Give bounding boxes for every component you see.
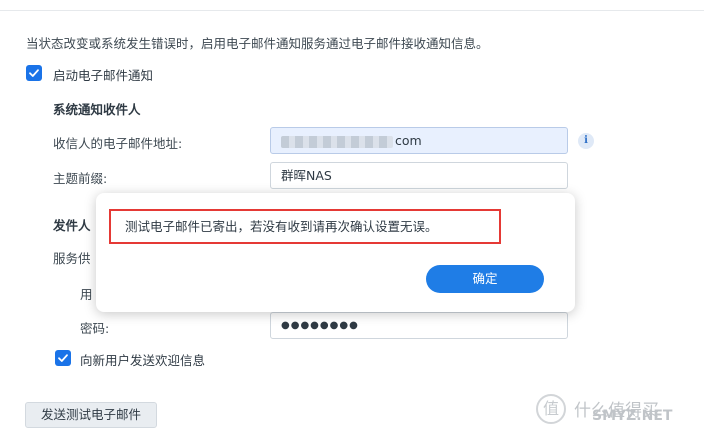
check-icon (58, 354, 68, 362)
service-provider-label: 服务供 (53, 251, 91, 266)
email-domain-suffix: com (395, 133, 422, 148)
redacted-email (281, 135, 393, 148)
recipient-section-title: 系统通知收件人 (53, 102, 141, 117)
username-label: 用 (80, 287, 93, 302)
welcome-message-checkbox[interactable] (55, 350, 71, 366)
watermark-domain: SMYZ.NET (592, 408, 673, 424)
check-icon (29, 69, 39, 77)
watermark-logo: 值 (536, 394, 566, 424)
sender-section-title: 发件人 (53, 218, 91, 233)
password-label: 密码: (80, 321, 110, 336)
test-email-dialog: 测试电子邮件已寄出，若没有收到请再次确认设置无误。 确定 (96, 193, 575, 312)
email-address-label: 收信人的电子邮件地址: (53, 136, 183, 151)
welcome-message-label: 向新用户发送欢迎信息 (80, 353, 206, 368)
ok-button[interactable]: 确定 (426, 265, 544, 293)
subject-prefix-label: 主题前缀: (53, 171, 108, 186)
notification-description: 当状态改变或系统发生错误时，启用电子邮件通知服务通过电子邮件接收通知信息。 (26, 36, 489, 51)
site-watermark: 值 什么值得买 SMYZ.NET (536, 392, 696, 432)
send-test-email-button[interactable]: 发送测试电子邮件 (25, 402, 157, 428)
subject-prefix-input[interactable]: 群晖NAS (270, 162, 568, 189)
enable-email-notification-label: 启动电子邮件通知 (53, 68, 154, 83)
top-divider (0, 10, 704, 11)
info-icon[interactable]: i (578, 133, 594, 149)
dialog-message: 测试电子邮件已寄出，若没有收到请再次确认设置无误。 (109, 209, 501, 244)
password-input[interactable]: ●●●●●●●● (270, 312, 568, 339)
email-address-input[interactable]: com (270, 127, 568, 154)
enable-email-notification-checkbox[interactable] (26, 65, 42, 81)
